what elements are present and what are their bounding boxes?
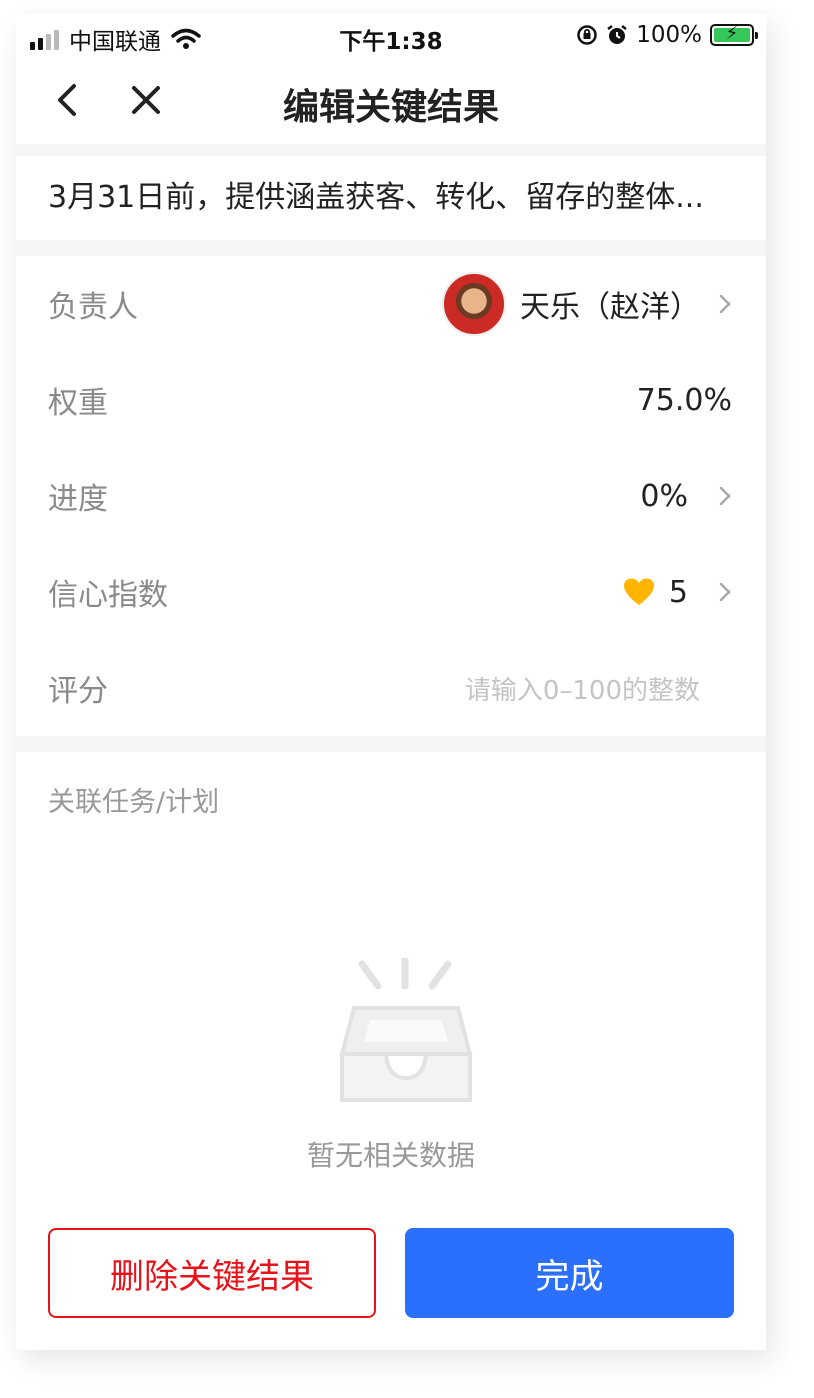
owner-label: 负责人 (48, 290, 138, 325)
status-bar: 中国联通 下午1:38 100% ⚡ (16, 14, 766, 58)
divider (16, 736, 766, 752)
status-right: 100% ⚡ (576, 22, 758, 48)
score-row[interactable]: 评分 请输入0–100的整数 (16, 640, 766, 736)
confidence-label: 信心指数 (48, 578, 168, 613)
score-label: 评分 (48, 674, 108, 709)
chevron-right-icon (719, 486, 731, 506)
score-input[interactable]: 请输入0–100的整数 (465, 670, 700, 707)
confidence-value-group: 5 (623, 544, 736, 640)
page-title: 编辑关键结果 (282, 87, 499, 128)
empty-state-text: 暂无相关数据 (306, 1139, 475, 1172)
weight-label: 权重 (48, 386, 108, 421)
orientation-lock-icon (577, 25, 597, 45)
charging-bolt-icon: ⚡ (725, 23, 739, 44)
nav-bar: 编辑关键结果 (16, 62, 766, 142)
done-button[interactable]: 完成 (405, 1228, 734, 1318)
related-tasks-label: 关联任务/计划 (48, 787, 220, 818)
progress-value-group: 0% (640, 448, 736, 544)
progress-value: 0% (640, 478, 688, 514)
divider (16, 144, 766, 156)
weight-value-group: 75.0% (637, 352, 732, 448)
progress-row[interactable]: 进度 0% (16, 448, 766, 544)
owner-value-group: 天乐（赵洋） (442, 256, 736, 352)
owner-row[interactable]: 负责人 天乐（赵洋） (16, 256, 766, 352)
weight-row[interactable]: 权重 75.0% (16, 352, 766, 448)
delete-key-result-button[interactable]: 删除关键结果 (48, 1228, 376, 1318)
field-list: 负责人 天乐（赵洋） 权重 75.0% 进度 0% 信心指数 5 评分 请输入0… (16, 256, 766, 736)
confidence-value: 5 (668, 574, 688, 610)
empty-box-icon (339, 958, 473, 1102)
confidence-row[interactable]: 信心指数 5 (16, 544, 766, 640)
progress-label: 进度 (48, 482, 108, 517)
score-input-group: 请输入0–100的整数 (465, 640, 736, 736)
weight-value: 75.0% (636, 382, 732, 418)
key-result-title[interactable]: 3月31日前，提供涵盖获客、转化、留存的整体... (48, 172, 748, 216)
heart-icon (623, 578, 654, 605)
chevron-right-icon (719, 294, 731, 314)
alarm-icon (607, 25, 627, 44)
owner-value: 天乐（赵洋） (520, 290, 700, 325)
avatar (442, 272, 506, 336)
battery-percent: 100% (636, 22, 702, 48)
divider (16, 240, 766, 256)
battery-icon: ⚡ (710, 23, 758, 46)
phone-screen: 中国联通 下午1:38 100% ⚡ 编辑关键结果 3月31日前，提供涵盖获客、… (16, 14, 766, 1350)
chevron-right-icon (719, 582, 731, 602)
